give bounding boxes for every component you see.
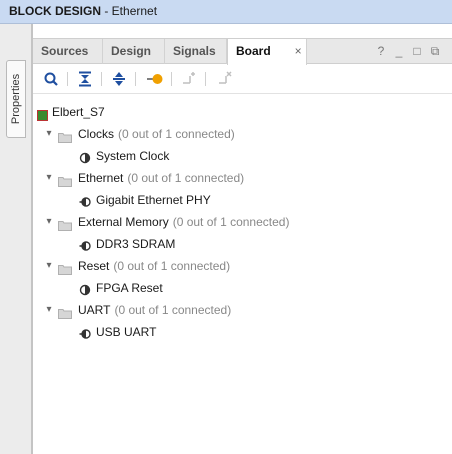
folder-icon: [58, 173, 72, 187]
close-tab-icon[interactable]: ×: [295, 44, 302, 58]
help-icon[interactable]: ?: [372, 39, 390, 63]
tree-group-label: Reset: [78, 259, 110, 273]
folder-icon: [58, 305, 72, 319]
folder-icon: [58, 217, 72, 231]
board-chip-icon: [37, 107, 48, 121]
bus-interface-icon: [79, 238, 91, 251]
tree-item-system-clock[interactable]: System Clock: [79, 146, 169, 166]
tree-group-label: External Memory: [78, 215, 169, 229]
tree-item-fpga-reset[interactable]: FPGA Reset: [79, 278, 163, 298]
tree-item-usb-uart[interactable]: USB UART: [79, 322, 156, 342]
tree-item-gigabit-ethernet-phy[interactable]: Gigabit Ethernet PHY: [79, 190, 211, 210]
chevron-down-icon[interactable]: ▾: [43, 256, 55, 276]
tree-item-label: System Clock: [96, 149, 170, 163]
tab-design[interactable]: Design: [103, 39, 165, 64]
tab-signals[interactable]: Signals: [165, 39, 227, 64]
tab-signals-label: Signals: [173, 44, 216, 58]
window-title-rest: - Ethernet: [101, 4, 158, 18]
tree-item-label: FPGA Reset: [96, 281, 163, 295]
tree-group-status: (0 out of 1 connected): [118, 127, 235, 141]
properties-side-tab[interactable]: Properties: [6, 60, 26, 138]
toolbar-separator: [171, 72, 172, 86]
tree-item-label: USB UART: [96, 325, 157, 339]
tree-root-label: Elbert_S7: [52, 105, 105, 119]
tree-group-reset[interactable]: ▾ Reset (0 out of 1 connected): [43, 256, 230, 276]
panel-toolbar: [33, 64, 452, 94]
tree-root[interactable]: Elbert_S7: [37, 102, 105, 122]
bus-interface-icon: [79, 326, 91, 339]
disconnect-icon[interactable]: [215, 69, 235, 89]
maximize-icon[interactable]: □: [408, 39, 426, 63]
tab-design-label: Design: [111, 44, 152, 58]
search-icon[interactable]: [41, 69, 61, 89]
tab-board-label: Board: [236, 44, 271, 58]
reset-interface-icon: [79, 282, 91, 296]
tree-item-label: Gigabit Ethernet PHY: [96, 193, 211, 207]
folder-icon: [58, 129, 72, 143]
auto-connect-icon[interactable]: [145, 69, 165, 89]
collapse-all-icon[interactable]: [75, 69, 95, 89]
tree-group-status: (0 out of 1 connected): [127, 171, 245, 185]
tree-group-status: (0 out of 1 connected): [113, 259, 231, 273]
chevron-down-icon[interactable]: ▾: [43, 212, 55, 232]
tab-sources-label: Sources: [41, 44, 89, 58]
window-title-bar: BLOCK DESIGN - Ethernet: [0, 0, 452, 24]
window-title-bold: BLOCK DESIGN: [9, 4, 102, 18]
tree-item-label: DDR3 SDRAM: [96, 237, 176, 251]
panel-tab-bar: Sources Design Signals Board × ? _ □ ⧉: [33, 38, 452, 65]
minimize-icon[interactable]: _: [390, 39, 408, 63]
tree-group-external-memory[interactable]: ▾ External Memory (0 out of 1 connected): [43, 212, 289, 232]
folder-icon: [58, 261, 72, 275]
toolbar-separator: [101, 72, 102, 86]
float-window-icon[interactable]: ⧉: [426, 39, 444, 63]
tree-group-ethernet[interactable]: ▾ Ethernet (0 out of 1 connected): [43, 168, 244, 188]
panel-window-controls: ? _ □ ⧉: [372, 39, 444, 64]
tab-board[interactable]: Board ×: [227, 39, 307, 65]
properties-side-tab-label: Properties: [10, 73, 22, 125]
chevron-down-icon[interactable]: ▾: [43, 168, 55, 188]
tree-item-ddr3-sdram[interactable]: DDR3 SDRAM: [79, 234, 175, 254]
tree-group-clocks[interactable]: ▾ Clocks (0 out of 1 connected): [43, 124, 235, 144]
board-panel: Sources Design Signals Board × ? _ □ ⧉ E…: [32, 24, 452, 454]
tree-group-label: UART: [78, 303, 111, 317]
tree-group-label: Ethernet: [78, 171, 124, 185]
bus-interface-icon: [79, 194, 91, 207]
toolbar-separator: [205, 72, 206, 86]
tree-group-status: (0 out of 1 connected): [114, 303, 232, 317]
chevron-down-icon[interactable]: ▾: [43, 300, 55, 320]
expand-all-icon[interactable]: [109, 69, 129, 89]
tree-group-status: (0 out of 1 connected): [172, 215, 290, 229]
tree-group-label: Clocks: [78, 127, 115, 141]
left-side-strip: Properties: [0, 24, 32, 454]
tree-group-uart[interactable]: ▾ UART (0 out of 1 connected): [43, 300, 231, 320]
tab-sources[interactable]: Sources: [33, 39, 103, 64]
toolbar-separator: [135, 72, 136, 86]
clock-interface-icon: [79, 150, 91, 164]
chevron-down-icon[interactable]: ▾: [43, 124, 55, 144]
toolbar-separator: [67, 72, 68, 86]
connect-icon[interactable]: [179, 69, 199, 89]
